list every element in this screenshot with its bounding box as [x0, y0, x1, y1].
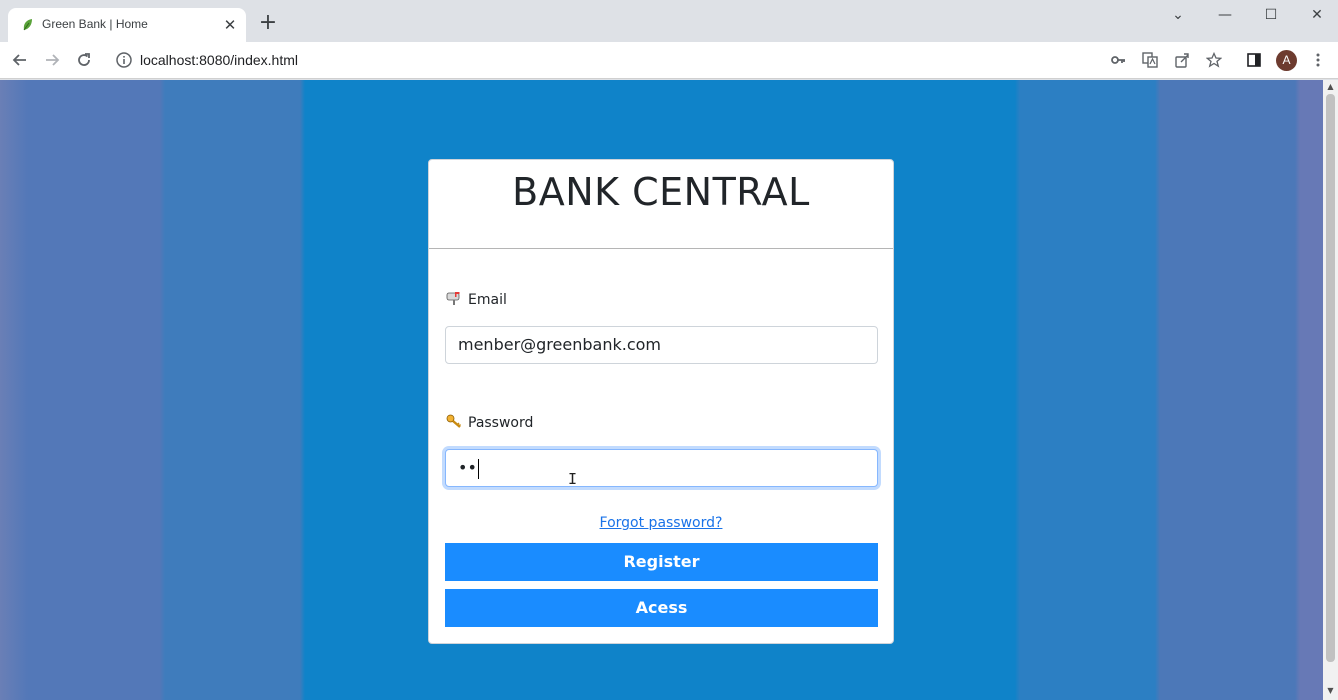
scroll-up-arrow-icon[interactable]: ▲	[1323, 82, 1338, 94]
profile-avatar[interactable]: A	[1276, 50, 1297, 71]
password-value: ••	[458, 458, 477, 477]
browser-toolbar: localhost:8080/index.html A	[0, 42, 1338, 79]
bookmark-star-icon[interactable]	[1202, 48, 1226, 72]
tab-title: Green Bank | Home	[42, 17, 148, 31]
tab-close-icon[interactable]: ✕	[220, 15, 240, 35]
password-label-text: Password	[468, 415, 534, 431]
page-scrollbar[interactable]: ▲ ▼	[1323, 80, 1338, 700]
scroll-thumb[interactable]	[1326, 94, 1335, 662]
forward-icon[interactable]	[40, 48, 64, 72]
title-divider	[429, 248, 893, 249]
scroll-down-arrow-icon[interactable]: ▼	[1323, 686, 1338, 698]
back-icon[interactable]	[8, 48, 32, 72]
text-caret	[477, 458, 479, 479]
leaf-icon	[23, 19, 32, 31]
forgot-password-link[interactable]: Forgot password?	[429, 515, 893, 531]
browser-tab[interactable]: Green Bank | Home ✕	[8, 8, 246, 42]
reload-icon[interactable]	[72, 48, 96, 72]
minimize-button[interactable]: —	[1213, 4, 1237, 26]
page-viewport: BANK CENTRAL Email menber@greenbank.com …	[0, 80, 1323, 700]
more-menu-icon[interactable]	[1306, 48, 1330, 72]
password-field[interactable]: ••	[445, 449, 878, 487]
maximize-button[interactable]: ☐	[1259, 4, 1283, 26]
login-card: BANK CENTRAL Email menber@greenbank.com …	[428, 159, 894, 644]
share-icon[interactable]	[1170, 48, 1194, 72]
tab-search-icon[interactable]: ⌄	[1166, 4, 1190, 26]
translate-icon[interactable]	[1138, 48, 1162, 72]
access-button[interactable]: Acess	[445, 589, 878, 627]
address-bar[interactable]: localhost:8080/index.html	[140, 52, 298, 68]
new-tab-button[interactable]: +	[256, 12, 280, 36]
mouse-cursor-icon: I	[568, 470, 578, 488]
email-field[interactable]: menber@greenbank.com	[445, 326, 878, 364]
email-label-text: Email	[468, 292, 507, 308]
close-window-button[interactable]: ✕	[1305, 4, 1329, 26]
password-key-icon[interactable]	[1106, 48, 1130, 72]
mailbox-icon	[446, 291, 462, 309]
info-icon[interactable]	[115, 51, 133, 69]
browser-tabstrip: Green Bank | Home ✕ + ⌄ — ☐ ✕	[0, 0, 1338, 42]
email-label: Email	[446, 291, 507, 309]
side-panel-icon[interactable]	[1242, 48, 1266, 72]
page-title: BANK CENTRAL	[512, 170, 810, 214]
register-button[interactable]: Register	[445, 543, 878, 581]
key-icon	[446, 414, 462, 432]
password-label: Password	[446, 414, 533, 432]
